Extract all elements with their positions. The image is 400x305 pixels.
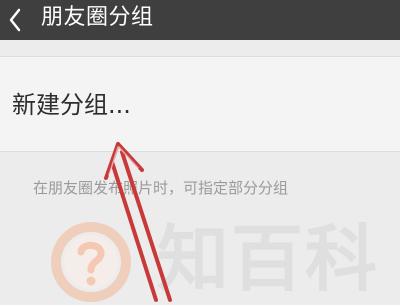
watermark-text: 知百科 xyxy=(157,218,380,300)
annotation-arrow xyxy=(104,142,172,302)
question-circle-icon xyxy=(51,222,131,302)
chevron-left-icon xyxy=(9,8,21,32)
new-group-label: 新建分组... xyxy=(12,91,131,119)
group-list-card: 新建分组... xyxy=(0,56,400,152)
page-title: 朋友圈分组 xyxy=(41,5,154,30)
group-hint-text: 在朋友圈发布照片时，可指定部分分组 xyxy=(33,179,289,197)
top-app-bar: 朋友圈分组 xyxy=(0,0,400,40)
back-button[interactable] xyxy=(0,0,36,40)
new-group-item[interactable]: 新建分组... xyxy=(0,57,400,153)
